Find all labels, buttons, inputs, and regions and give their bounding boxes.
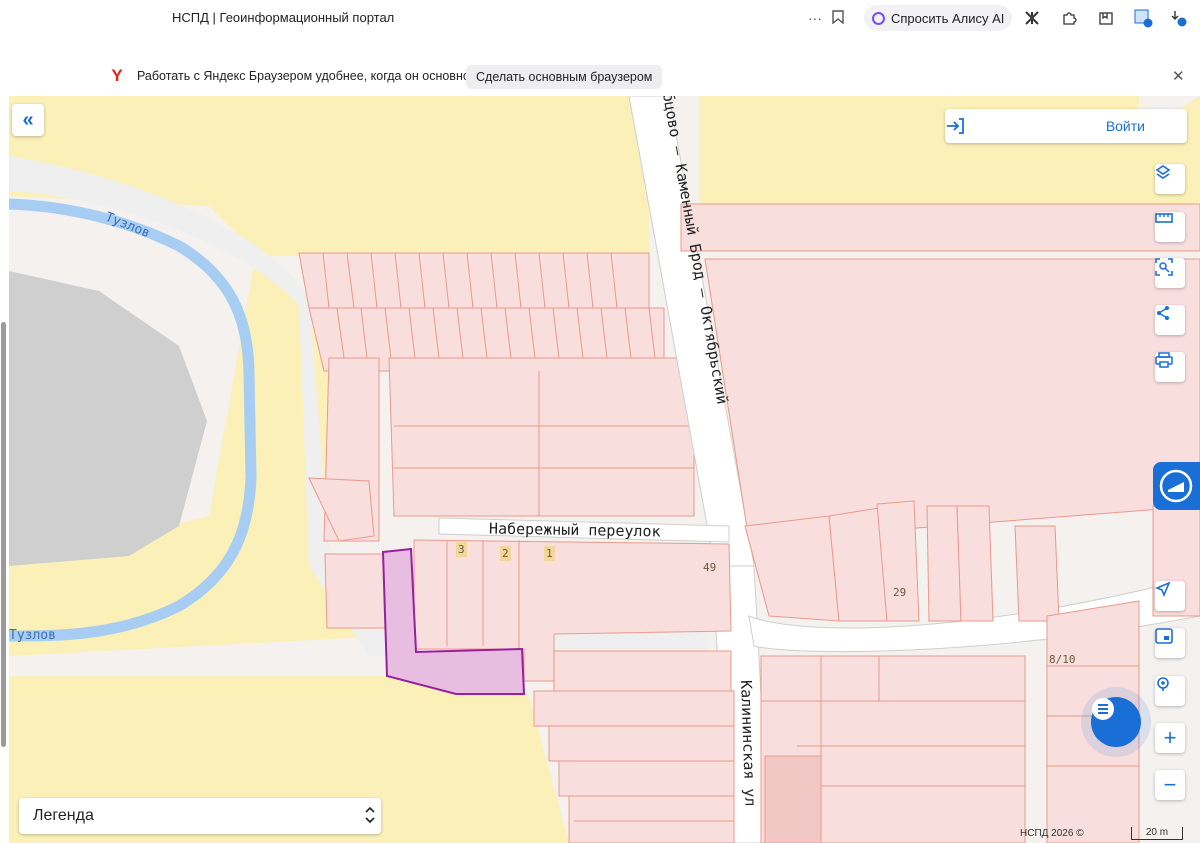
house-number[interactable]: 8/10 [1047, 652, 1078, 667]
more-icon[interactable]: ··· [808, 10, 822, 26]
gosuslugi-icon [1159, 469, 1193, 503]
chat-icon [1092, 698, 1114, 720]
ask-alice-label: Спросить Алису AI [891, 10, 1005, 26]
map-base-layer [9, 96, 1200, 843]
house-number[interactable]: 3 [456, 542, 467, 557]
zoom-out-button[interactable]: − [1155, 770, 1185, 800]
scale-bar: 20 m [1131, 827, 1183, 840]
make-default-button[interactable]: Сделать основным браузером [466, 65, 663, 89]
select-area-icon[interactable] [1155, 258, 1185, 288]
puzzle-icon[interactable] [1059, 8, 1079, 28]
login-button[interactable]: Войти [945, 109, 1187, 143]
ruler-icon[interactable] [1155, 212, 1185, 242]
login-arrow-icon [947, 118, 964, 134]
yandex-logo-icon: Y [111, 66, 123, 85]
label-tuzlov-bottom: Тузлов [9, 628, 56, 643]
collapse-panel-button[interactable]: « [12, 104, 44, 136]
chat-button[interactable] [1091, 697, 1141, 747]
extension-icon[interactable] [1022, 8, 1042, 28]
default-browser-infobar: Y Работать с Яндекс Браузером удобнее, к… [0, 36, 1200, 96]
legend-dropdown[interactable]: Легенда [19, 798, 381, 834]
copyright-text: НСПД 2026 © [1020, 828, 1084, 839]
print-icon[interactable] [1155, 352, 1185, 382]
ask-alice-button[interactable]: Спросить Алису AI [864, 5, 1013, 31]
parcels-block-a [298, 252, 695, 542]
share-icon[interactable] [1155, 305, 1185, 335]
browser-top-bar: НСПД | Геоинформационный портал ··· Спро… [0, 0, 1200, 36]
collections-icon[interactable] [1096, 8, 1116, 28]
house-number[interactable]: 2 [500, 546, 511, 561]
legend-label: Легенда [33, 807, 94, 824]
house-number[interactable]: 1 [544, 546, 555, 561]
tab-title[interactable]: НСПД | Геоинформационный портал [172, 10, 394, 25]
profile-icon[interactable] [1133, 8, 1153, 28]
downloads-icon[interactable] [1168, 8, 1188, 28]
locate-icon[interactable] [1155, 581, 1185, 611]
scrollbar-thumb[interactable] [1, 322, 6, 747]
map-canvas[interactable]: Тузлов Тузлов Набережный переулок бцово … [9, 96, 1200, 843]
pin-search-icon[interactable] [1155, 676, 1185, 706]
bookmark-icon[interactable] [832, 9, 844, 27]
zoom-in-button[interactable]: + [1155, 723, 1185, 753]
left-scroll-strip [0, 96, 9, 843]
login-label: Войти [1105, 118, 1145, 134]
gosuslugi-widget-button[interactable] [1153, 462, 1200, 510]
label-naberezhny: Набережный переулок [488, 519, 661, 541]
address-tools: ··· [808, 6, 844, 30]
house-number[interactable]: 49 [701, 560, 718, 575]
infobar-close-icon[interactable]: ✕ [1172, 67, 1185, 85]
alice-icon [872, 11, 885, 25]
minimap-icon[interactable] [1155, 628, 1185, 658]
house-number[interactable]: 29 [891, 585, 908, 600]
layers-icon[interactable] [1155, 164, 1185, 194]
infobar-message: Работать с Яндекс Браузером удобнее, ког… [137, 69, 477, 83]
